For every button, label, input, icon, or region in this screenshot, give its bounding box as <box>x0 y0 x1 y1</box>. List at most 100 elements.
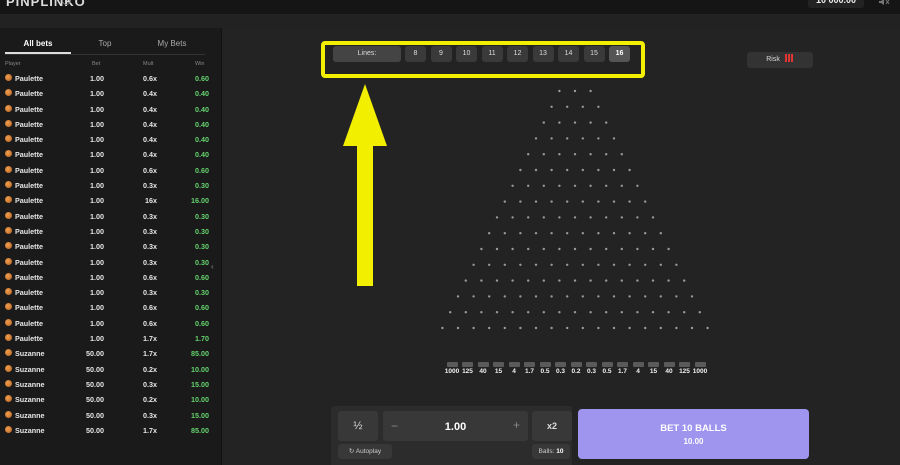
half-bet-button[interactable]: ½ <box>338 411 378 441</box>
peg <box>511 311 514 314</box>
table-row: Paulette 1.00 0.4x 0.40 <box>5 132 209 147</box>
peg <box>644 200 647 203</box>
tab-my-bets[interactable]: My Bets <box>139 36 205 54</box>
avatar <box>5 425 12 433</box>
win-amount: 85.00 <box>191 425 209 435</box>
slot-multiplier: 4 <box>512 368 516 375</box>
player-name: Suzanne <box>15 349 45 359</box>
win-amount: 0.60 <box>195 318 209 328</box>
peg <box>456 295 460 298</box>
peg <box>464 279 467 282</box>
bet-amount: 1.00 <box>90 242 104 252</box>
peg <box>605 184 608 187</box>
slot-cup <box>601 362 613 367</box>
peg <box>566 232 569 235</box>
table-row: Paulette 1.00 0.4x 0.40 <box>5 102 209 117</box>
bet-amount-value[interactable]: 1.00 <box>383 421 528 433</box>
slot-cup <box>617 362 628 367</box>
multiplier: 0.3x <box>143 288 157 298</box>
peg <box>573 184 577 187</box>
risk-selector[interactable]: Risk <box>747 52 813 68</box>
win-amount: 0.60 <box>195 74 209 83</box>
win-amount: 85.00 <box>191 349 209 359</box>
win-amount: 0.30 <box>195 242 209 252</box>
peg <box>651 311 655 314</box>
win-amount: 0.60 <box>195 165 209 175</box>
collapse-panel-icon[interactable]: ‹ <box>211 262 214 271</box>
peg <box>456 326 460 330</box>
player-name: Paulette <box>15 242 43 252</box>
peg <box>651 279 655 282</box>
multiplier-slot: 0.5 <box>599 362 615 375</box>
column-header-bet: Bet <box>92 61 101 67</box>
player-name: Paulette <box>15 318 43 328</box>
peg <box>605 216 608 219</box>
table-row: Paulette 1.00 0.6x 0.60 <box>5 300 209 315</box>
slot-cup <box>555 362 566 367</box>
tab-top[interactable]: Top <box>72 36 138 54</box>
peg <box>566 263 569 266</box>
win-amount: 15.00 <box>191 410 209 420</box>
multiplier-slot: 40 <box>475 362 491 375</box>
peg <box>605 247 608 251</box>
peg <box>573 153 577 156</box>
tabs-divider <box>5 54 205 55</box>
peg <box>527 184 530 187</box>
avatar <box>5 410 12 418</box>
peg <box>542 184 545 187</box>
table-row: Suzanne 50.00 1.7x 85.00 <box>5 423 209 438</box>
slot-cup <box>586 362 597 367</box>
peg <box>488 326 491 330</box>
peg <box>558 216 561 219</box>
multiplier: 0.6x <box>143 272 157 282</box>
bet-balls-button[interactable]: BET 10 BALLS 10.00 <box>578 409 809 459</box>
peg <box>612 295 616 298</box>
peg <box>558 279 561 282</box>
table-row: Paulette 1.00 0.4x 0.40 <box>5 147 209 162</box>
peg <box>511 216 514 219</box>
peg <box>573 216 577 219</box>
peg <box>620 247 623 251</box>
peg <box>495 279 499 282</box>
peg <box>659 295 662 298</box>
peg <box>550 200 553 203</box>
win-amount: 0.30 <box>195 226 209 236</box>
peg <box>644 263 647 266</box>
bet-amount: 1.00 <box>90 288 104 298</box>
peg <box>527 153 530 156</box>
avatar <box>5 135 12 143</box>
bet-amount: 1.00 <box>90 104 104 114</box>
double-bet-button[interactable]: x2 <box>532 411 572 441</box>
player-name: Paulette <box>15 150 43 160</box>
peg <box>519 326 522 330</box>
player-name: Paulette <box>15 119 43 129</box>
bet-amount-field[interactable]: − 1.00 + <box>383 411 528 441</box>
balls-count-field[interactable]: Balls: 10 <box>532 444 570 459</box>
table-row: Paulette 1.00 0.3x 0.30 <box>5 239 209 254</box>
player-name: Suzanne <box>15 395 45 405</box>
slot-cup <box>694 362 706 367</box>
peg <box>620 311 623 314</box>
multiplier-slot: 1000 <box>444 362 460 375</box>
peg <box>597 326 600 330</box>
column-header-player: Player <box>5 61 21 67</box>
peg <box>503 295 506 298</box>
table-row: Paulette 1.00 0.4x 0.40 <box>5 86 209 101</box>
multiplier: 0.3x <box>143 211 157 221</box>
arrow-annotation-icon <box>343 84 387 286</box>
peg <box>542 153 545 156</box>
player-name: Paulette <box>15 288 43 298</box>
increase-bet-button[interactable]: + <box>513 418 520 432</box>
peg <box>683 311 686 314</box>
player-name: Paulette <box>15 74 43 83</box>
sound-icon[interactable] <box>878 0 890 6</box>
peg <box>667 279 670 282</box>
avatar <box>5 242 12 250</box>
avatar <box>5 89 12 97</box>
autoplay-button[interactable]: ↻ Autoplay <box>338 444 392 459</box>
tab-all-bets[interactable]: All bets <box>5 36 71 54</box>
peg <box>690 326 694 330</box>
bet-amount: 50.00 <box>86 379 104 389</box>
peg <box>495 247 499 251</box>
balls-label: Balls: <box>538 448 555 455</box>
